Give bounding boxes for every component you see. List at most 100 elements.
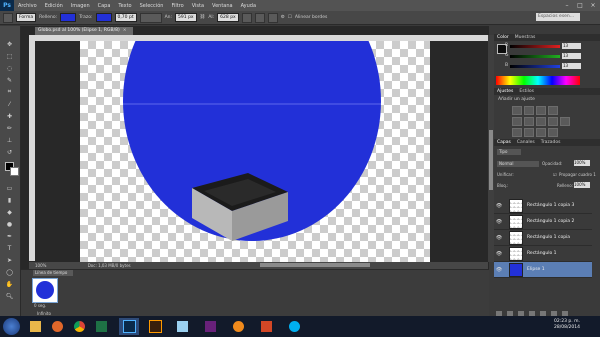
eye-icon[interactable]: 👁︎ — [495, 203, 503, 209]
gear-icon[interactable]: ⚙ — [281, 15, 285, 20]
eye-icon[interactable]: 👁︎ — [495, 219, 503, 225]
stroke-width-field[interactable]: 0,70 pt — [114, 13, 137, 22]
layer-row[interactable]: 👁︎ Rectángulo 1 copia 2 — [494, 214, 592, 230]
close-button[interactable]: × — [588, 2, 598, 9]
taskbar-excel-icon[interactable] — [91, 318, 111, 335]
menu-ayuda[interactable]: Ayuda — [237, 3, 260, 9]
quick-select-tool-icon[interactable]: ✎ — [4, 76, 15, 84]
width-field[interactable]: 591 px — [175, 13, 197, 22]
blend-mode-select[interactable]: Normal — [497, 161, 539, 167]
taskbar-skype-icon[interactable] — [284, 318, 304, 335]
maximize-button[interactable]: □ — [575, 2, 585, 9]
vibrance-icon[interactable] — [512, 117, 522, 126]
photo-filter-icon[interactable] — [560, 117, 570, 126]
tab-layers[interactable]: Capas — [497, 139, 511, 146]
menu-ventana[interactable]: Ventana — [208, 3, 237, 9]
system-clock[interactable]: 02:23 p. m. 28/08/2014 — [554, 319, 580, 331]
zoom-level[interactable]: 100% — [35, 263, 46, 268]
taskbar-powerpoint-icon[interactable] — [256, 318, 276, 335]
taskbar-cube-icon[interactable] — [172, 318, 192, 335]
layer-row[interactable]: 👁︎ Rectángulo 1 copia — [494, 230, 592, 246]
value-b[interactable]: 13 — [562, 63, 581, 69]
stroke-swatch[interactable] — [95, 13, 112, 22]
vertical-scroll-thumb[interactable] — [489, 130, 493, 190]
taskbar-illustrator-icon[interactable] — [145, 318, 165, 335]
menu-capa[interactable]: Capa — [94, 3, 115, 9]
taskbar-orange-app-icon[interactable] — [228, 318, 248, 335]
eye-icon[interactable]: 👁︎ — [495, 251, 503, 257]
taskbar-photoshop-icon[interactable] — [119, 318, 139, 335]
lasso-tool-icon[interactable]: ◌ — [4, 64, 15, 72]
minimize-button[interactable]: – — [562, 2, 572, 9]
taskbar-visualstudio-icon[interactable] — [200, 318, 220, 335]
blur-tool-icon[interactable]: ◆ — [4, 208, 15, 216]
slider-r[interactable] — [510, 45, 560, 48]
frame-delay[interactable]: 0 seg. — [34, 303, 46, 308]
color-balance-icon[interactable] — [536, 117, 546, 126]
stroke-type-icon[interactable] — [139, 12, 162, 23]
background-color-swatch[interactable] — [10, 167, 19, 176]
opacity-field[interactable]: 100% — [574, 160, 590, 166]
tab-styles[interactable]: Estilos — [519, 88, 534, 95]
fill-swatch[interactable] — [60, 13, 77, 22]
menu-vista[interactable]: Vista — [188, 3, 208, 9]
gradient-map-icon[interactable] — [548, 128, 558, 137]
hand-tool-icon[interactable]: ✋ — [4, 280, 15, 288]
link-icon[interactable]: ⛓ — [200, 15, 206, 20]
menu-seleccion[interactable]: Selección — [136, 3, 168, 9]
menu-imagen[interactable]: Imagen — [67, 3, 94, 9]
healing-tool-icon[interactable]: ✚ — [4, 112, 15, 120]
taskbar-firefox-icon[interactable] — [47, 318, 67, 335]
tab-paths[interactable]: Trazados — [541, 139, 561, 146]
type-tool-icon[interactable]: T — [4, 244, 15, 252]
eyedropper-tool-icon[interactable]: ⁄ — [4, 100, 15, 108]
layer-kind-filter[interactable]: Tipo — [497, 149, 521, 155]
path-align-icon[interactable] — [254, 12, 265, 23]
stamp-tool-icon[interactable]: ⊥ — [4, 136, 15, 144]
brightness-icon[interactable] — [512, 106, 522, 115]
tab-channels[interactable]: Canales — [517, 139, 535, 146]
path-ops-icon[interactable] — [241, 12, 252, 23]
taskbar-folder-icon[interactable] — [25, 318, 45, 335]
threshold-icon[interactable] — [536, 128, 546, 137]
pen-tool-icon[interactable]: ✒ — [4, 232, 15, 240]
menu-texto[interactable]: Texto — [114, 3, 135, 9]
eye-icon[interactable]: 👁︎ — [495, 267, 503, 273]
hue-sat-icon[interactable] — [524, 117, 534, 126]
timeline-tab[interactable]: Línea de tiempo — [33, 270, 73, 276]
crop-tool-icon[interactable]: ⌗ — [4, 88, 15, 96]
value-r[interactable]: 13 — [562, 43, 581, 49]
value-g[interactable]: 13 — [562, 53, 581, 59]
ellipse-tool-icon[interactable] — [3, 12, 13, 23]
animation-frame-1[interactable] — [32, 278, 58, 303]
tab-swatches[interactable]: Muestras — [515, 34, 536, 41]
path-arrange-icon[interactable] — [267, 12, 278, 23]
marquee-tool-icon[interactable]: ⬚ — [4, 52, 15, 60]
move-tool-icon[interactable]: ✥ — [4, 40, 15, 48]
zoom-tool-icon[interactable]: 🔍︎ — [4, 292, 15, 300]
height-field[interactable]: 628 px — [217, 13, 239, 22]
tab-color[interactable]: Color — [497, 34, 509, 41]
tab-adjustments[interactable]: Ajustes — [497, 88, 513, 95]
layer-row[interactable]: 👁︎ Rectángulo 1 copia 3 — [494, 198, 592, 214]
horizontal-scroll-thumb[interactable] — [260, 263, 370, 267]
menu-archivo[interactable]: Archivo — [14, 3, 41, 9]
path-select-tool-icon[interactable]: ➤ — [4, 256, 15, 264]
canvas[interactable] — [80, 41, 430, 262]
eraser-tool-icon[interactable]: ▭ — [4, 184, 15, 192]
start-button[interactable] — [3, 318, 20, 335]
close-tab-icon[interactable]: × — [123, 28, 127, 33]
exposure-icon[interactable] — [548, 106, 558, 115]
levels-icon[interactable] — [524, 106, 534, 115]
workspace-select[interactable]: Espacios esen... — [536, 13, 580, 21]
shape-mode-select[interactable]: Forma — [16, 13, 37, 22]
gradient-tool-icon[interactable]: ▮ — [4, 196, 15, 204]
slider-b[interactable] — [510, 65, 560, 68]
align-edges-checkbox[interactable]: ☐ — [288, 15, 292, 20]
document-tab[interactable]: Globo.psd al 100% (Elipse 1, RGB/8) × — [35, 27, 133, 35]
posterize-icon[interactable] — [524, 128, 534, 137]
history-brush-tool-icon[interactable]: ↺ — [4, 148, 15, 156]
curves-icon[interactable] — [536, 106, 546, 115]
brush-tool-icon[interactable]: ✏ — [4, 124, 15, 132]
shape-tool-icon[interactable]: ◯ — [4, 268, 15, 276]
